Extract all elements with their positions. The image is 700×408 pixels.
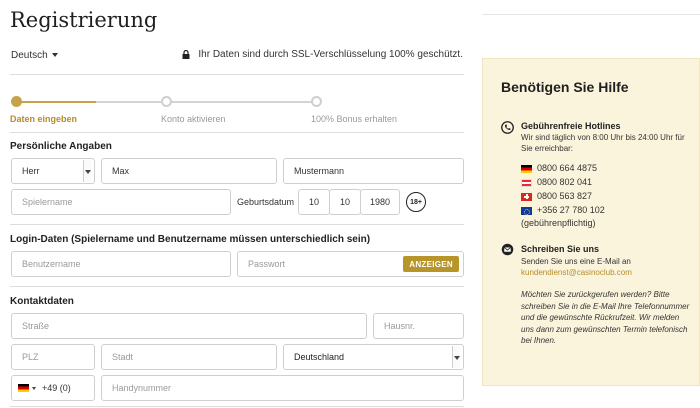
phone-prefix-select[interactable]: +49 (0) <box>11 375 95 401</box>
section-contact-heading: Kontaktdaten <box>10 296 74 307</box>
registration-panel: Registrierung Deutsch Ihr Daten sind dur… <box>0 0 475 408</box>
progress-steps: Daten eingeben Konto aktivieren 100% Bon… <box>10 95 464 125</box>
phone-de-number: 0800 664 4875 <box>537 163 598 173</box>
country-select[interactable]: Deutschland <box>283 344 464 370</box>
germany-flag-icon <box>521 164 532 173</box>
phones-note: (gebührenpflichtig) <box>521 218 596 228</box>
help-title: Benötigen Sie Hilfe <box>501 79 629 95</box>
divider <box>482 14 700 15</box>
switzerland-flag-icon <box>521 192 532 201</box>
language-label: Deutsch <box>11 50 48 61</box>
divider <box>10 224 464 225</box>
first-name-input[interactable]: Max <box>101 158 277 184</box>
write-heading: Schreiben Sie uns <box>521 244 600 254</box>
username-placeholder: Benutzername <box>22 259 81 269</box>
phone-icon <box>501 121 514 134</box>
salutation-select[interactable]: Herr <box>11 158 95 184</box>
section-login-heading: Login-Daten (Spielername und Benutzernam… <box>10 234 371 245</box>
callback-note: Möchten Sie zurückgerufen werden? Bitte … <box>521 290 690 345</box>
select-arrow-icon <box>83 160 91 182</box>
divider <box>10 286 464 287</box>
ssl-text: Ihr Daten sind durch SSL-Verschlüsselung… <box>198 49 463 60</box>
divider <box>10 406 464 407</box>
mobile-input[interactable]: Handynummer <box>101 375 464 401</box>
salutation-value: Herr <box>22 166 40 176</box>
phone-ch-number: 0800 563 827 <box>537 191 593 201</box>
mobile-placeholder: Handynummer <box>112 383 172 393</box>
birth-month-input[interactable]: 10 <box>329 189 361 215</box>
birth-month-value: 10 <box>339 197 350 207</box>
phone-eu[interactable]: +356 27 780 102 <box>521 205 605 215</box>
birth-day-value: 10 <box>308 197 319 207</box>
first-name-value: Max <box>112 166 130 176</box>
page-title: Registrierung <box>10 8 158 32</box>
zip-input[interactable]: PLZ <box>11 344 95 370</box>
age-18-badge: 18+ <box>406 192 426 212</box>
step-line-completed <box>16 101 96 103</box>
birth-day-input[interactable]: 10 <box>298 189 330 215</box>
step-line <box>96 101 318 103</box>
last-name-input[interactable]: Mustermann <box>283 158 464 184</box>
step-label-3: 100% Bonus erhalten <box>311 114 398 124</box>
hotline-heading: Gebührenfreie Hotlines <box>521 121 621 131</box>
password-input[interactable]: Passwort ANZEIGEN <box>237 251 464 277</box>
street-input[interactable]: Straße <box>11 313 367 339</box>
divider <box>10 132 464 133</box>
divider <box>10 74 464 75</box>
mail-icon <box>501 243 514 256</box>
austria-flag-icon <box>521 178 532 187</box>
house-number-placeholder: Hausnr. <box>384 321 416 331</box>
phone-prefix-value: +49 (0) <box>42 383 71 393</box>
street-placeholder: Straße <box>22 321 50 331</box>
language-selector[interactable]: Deutsch <box>11 50 58 61</box>
step-label-1: Daten eingeben <box>10 114 78 124</box>
step-dot-2 <box>161 96 172 107</box>
hotline-text: Wir sind täglich von 8:00 Uhr bis 24:00 … <box>521 133 685 153</box>
ssl-notice: Ihr Daten sind durch SSL-Verschlüsselung… <box>182 49 463 60</box>
phone-ch[interactable]: 0800 563 827 <box>521 191 592 201</box>
birthdate-label: Geburtsdatum <box>237 197 295 207</box>
show-password-button[interactable]: ANZEIGEN <box>403 256 459 272</box>
help-box: Benötigen Sie Hilfe Gebührenfreie Hotlin… <box>482 58 700 386</box>
phone-at[interactable]: 0800 802 041 <box>521 177 592 187</box>
city-placeholder: Stadt <box>112 352 134 362</box>
step-label-2: Konto aktivieren <box>161 114 226 124</box>
step-dot-3 <box>311 96 322 107</box>
username-input[interactable]: Benutzername <box>11 251 231 277</box>
write-text: Senden Sie uns eine E-Mail an <box>521 257 631 266</box>
password-placeholder: Passwort <box>248 259 286 269</box>
city-input[interactable]: Stadt <box>101 344 277 370</box>
step-dot-1 <box>11 96 22 107</box>
player-name-placeholder: Spielername <box>22 197 73 207</box>
house-number-input[interactable]: Hausnr. <box>373 313 464 339</box>
eu-flag-icon <box>521 206 532 215</box>
phone-eu-number: +356 27 780 102 <box>537 205 605 215</box>
country-value: Deutschland <box>294 352 345 362</box>
player-name-input[interactable]: Spielername <box>11 189 231 215</box>
help-column: Benötigen Sie Hilfe Gebührenfreie Hotlin… <box>482 0 700 408</box>
caret-down-icon <box>32 386 36 390</box>
birth-year-value: 1980 <box>369 197 391 207</box>
select-arrow-icon <box>452 346 460 368</box>
last-name-value: Mustermann <box>294 166 345 176</box>
birth-year-input[interactable]: 1980 <box>360 189 400 215</box>
germany-flag-icon <box>18 384 29 392</box>
caret-down-icon <box>51 53 58 58</box>
section-personal-heading: Persönliche Angaben <box>10 141 112 152</box>
zip-placeholder: PLZ <box>22 352 39 362</box>
support-email-link[interactable]: kundendienst@casinoclub.com <box>521 268 632 277</box>
phone-de[interactable]: 0800 664 4875 <box>521 163 597 173</box>
phone-at-number: 0800 802 041 <box>537 177 593 187</box>
lock-icon <box>182 50 190 59</box>
